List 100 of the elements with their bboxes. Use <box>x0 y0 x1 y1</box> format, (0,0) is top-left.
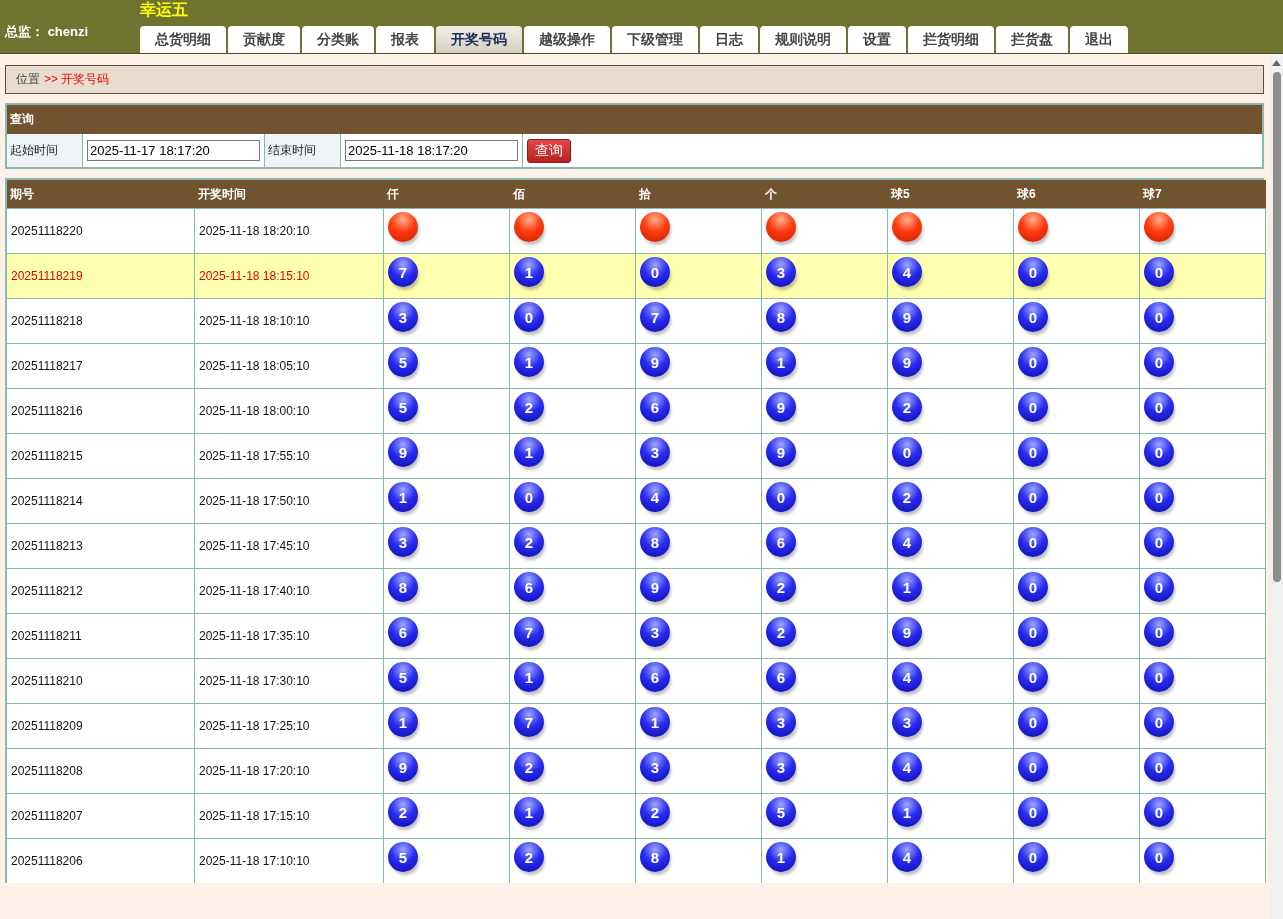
nav-tab[interactable]: 报表 <box>376 26 434 53</box>
column-header: 拾 <box>636 180 762 208</box>
table-cell: 20251118218 <box>7 298 195 343</box>
number-ball: 9 <box>892 302 922 332</box>
table-cell: 2025-11-18 18:15:10 <box>195 253 384 298</box>
number-ball: 2 <box>388 797 418 827</box>
number-ball: 0 <box>1018 437 1048 467</box>
number-ball: 2 <box>892 482 922 512</box>
table-cell: 20251118213 <box>7 523 195 568</box>
number-ball: 4 <box>892 527 922 557</box>
number-ball: 5 <box>388 842 418 872</box>
number-ball: 0 <box>1018 572 1048 602</box>
number-ball: 0 <box>640 257 670 287</box>
number-ball: 5 <box>388 392 418 422</box>
scrollbar[interactable] <box>1270 54 1283 919</box>
number-ball: 0 <box>1144 662 1174 692</box>
query-button[interactable]: 查询 <box>527 138 571 163</box>
app-title: 幸运五 <box>140 0 189 20</box>
input-field[interactable]: 2025-11-18 18:17:20 <box>345 140 518 161</box>
number-ball: 0 <box>514 482 544 512</box>
number-ball: 9 <box>388 752 418 782</box>
field-label: 起始时间 <box>7 134 83 167</box>
nav-tab[interactable]: 规则说明 <box>760 26 846 53</box>
nav-tab[interactable]: 设置 <box>848 26 906 53</box>
number-ball: 0 <box>1018 302 1048 332</box>
input-field[interactable]: 2025-11-17 18:17:20 <box>87 140 260 161</box>
nav-tab[interactable]: 日志 <box>700 26 758 53</box>
number-ball: 9 <box>892 617 922 647</box>
number-ball: 3 <box>640 752 670 782</box>
table-cell: 20251118206 <box>7 838 195 883</box>
field-label: 结束时间 <box>265 134 341 167</box>
nav-tab[interactable]: 拦货明细 <box>908 26 994 53</box>
number-ball: 3 <box>766 707 796 737</box>
number-ball: 8 <box>640 842 670 872</box>
nav-tab[interactable]: 开奖号码 <box>436 26 522 53</box>
number-ball: 3 <box>892 707 922 737</box>
table-cell: 20251118207 <box>7 793 195 838</box>
number-ball: 5 <box>766 797 796 827</box>
table-cell: 20251118214 <box>7 478 195 523</box>
number-ball: 0 <box>1018 482 1048 512</box>
number-ball: 4 <box>892 842 922 872</box>
nav-tab[interactable]: 退出 <box>1070 26 1128 53</box>
column-header: 仟 <box>384 180 510 208</box>
table-cell: 20251118212 <box>7 568 195 613</box>
table-cell: 2025-11-18 18:10:10 <box>195 298 384 343</box>
column-header: 球5 <box>888 180 1014 208</box>
nav-tab[interactable]: 分类账 <box>302 26 374 53</box>
table-cell: 2025-11-18 17:20:10 <box>195 748 384 793</box>
number-ball: 7 <box>388 257 418 287</box>
number-ball: 2 <box>514 752 544 782</box>
number-ball: 1 <box>388 707 418 737</box>
number-ball: 9 <box>640 347 670 377</box>
table-cell: 2025-11-18 17:30:10 <box>195 658 384 703</box>
table-cell: 2025-11-18 17:55:10 <box>195 433 384 478</box>
number-ball: 2 <box>514 527 544 557</box>
number-ball: 1 <box>514 797 544 827</box>
scroll-up-icon[interactable] <box>1272 60 1281 66</box>
number-ball: 0 <box>1018 752 1048 782</box>
number-ball: 1 <box>766 842 796 872</box>
table-cell: 2025-11-18 17:15:10 <box>195 793 384 838</box>
user-label: 总监： chenzi <box>3 23 90 41</box>
table-cell: 20251118220 <box>7 208 195 253</box>
table-cell: 2025-11-18 18:00:10 <box>195 388 384 433</box>
nav-tab[interactable]: 拦货盘 <box>996 26 1068 53</box>
number-ball: 1 <box>892 572 922 602</box>
number-ball: 0 <box>1144 617 1174 647</box>
number-ball: 1 <box>892 797 922 827</box>
number-ball: 9 <box>766 392 796 422</box>
table-cell: 20251118208 <box>7 748 195 793</box>
table-cell: 2025-11-18 17:35:10 <box>195 613 384 658</box>
number-ball: 4 <box>892 662 922 692</box>
table-cell: 2025-11-18 17:40:10 <box>195 568 384 613</box>
table-cell: 20251118209 <box>7 703 195 748</box>
table-cell: 20251118211 <box>7 613 195 658</box>
column-header: 开奖时间 <box>195 180 384 208</box>
number-ball: 0 <box>1144 707 1174 737</box>
table-cell: 20251118217 <box>7 343 195 388</box>
number-ball: 0 <box>1144 437 1174 467</box>
number-ball: 0 <box>1144 257 1174 287</box>
column-header: 球6 <box>1014 180 1140 208</box>
table-cell: 2025-11-18 18:20:10 <box>195 208 384 253</box>
number-ball: 0 <box>1018 662 1048 692</box>
nav-tab[interactable]: 总货明细 <box>140 26 226 53</box>
nav-tab[interactable]: 下级管理 <box>612 26 698 53</box>
number-ball: 1 <box>514 347 544 377</box>
number-ball: 0 <box>514 302 544 332</box>
number-ball: 0 <box>1144 302 1174 332</box>
number-ball: 0 <box>1144 797 1174 827</box>
number-ball: 0 <box>1018 617 1048 647</box>
number-ball: 4 <box>640 482 670 512</box>
number-ball: 2 <box>640 797 670 827</box>
number-ball: 2 <box>514 842 544 872</box>
number-ball: 8 <box>766 302 796 332</box>
number-ball: 7 <box>640 302 670 332</box>
number-ball: 0 <box>1144 572 1174 602</box>
table-cell: 20251118210 <box>7 658 195 703</box>
nav-tab[interactable]: 贡献度 <box>228 26 300 53</box>
number-ball: 0 <box>1144 527 1174 557</box>
number-ball: 9 <box>892 347 922 377</box>
nav-tab[interactable]: 越级操作 <box>524 26 610 53</box>
